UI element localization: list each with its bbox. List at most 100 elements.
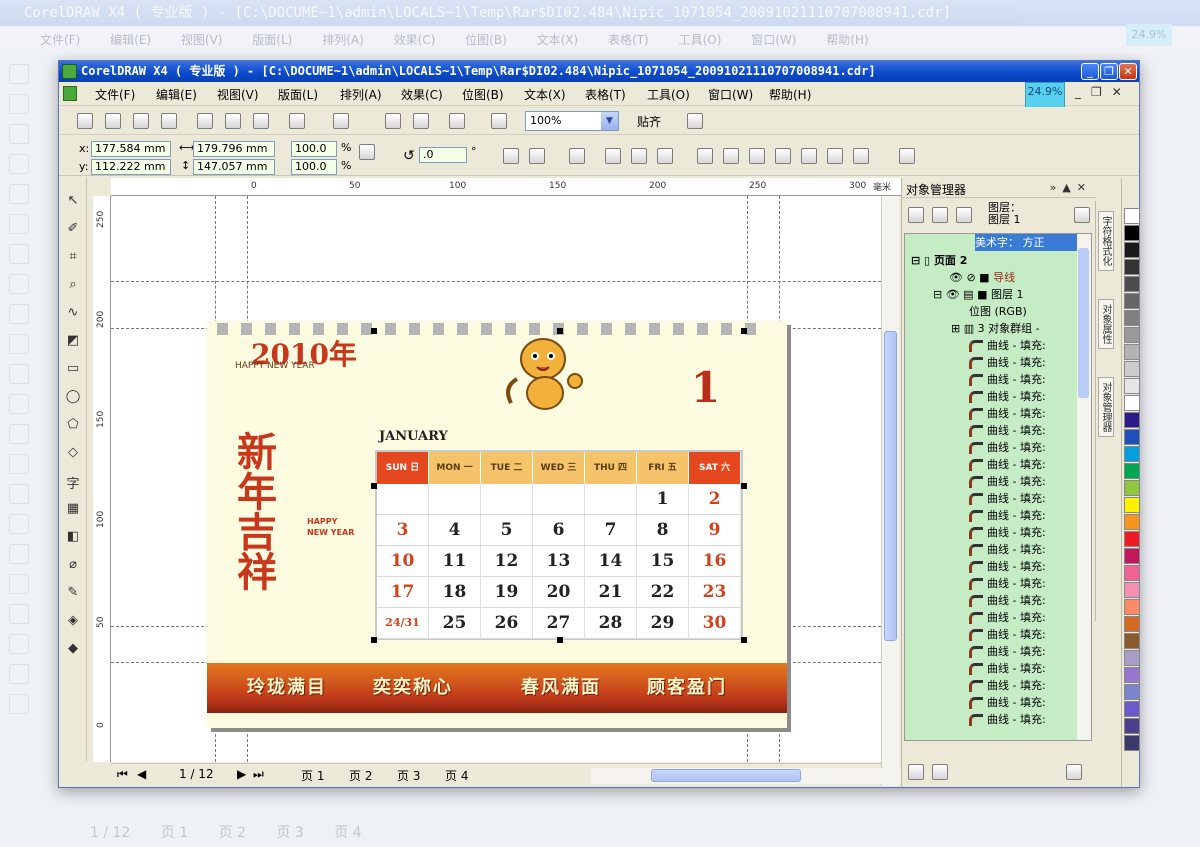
curve-item[interactable]: 曲线 - 填充: [969, 609, 1091, 626]
menu-bitmaps[interactable]: 位图(B) [462, 86, 504, 103]
back-minus-front-icon[interactable] [827, 148, 843, 164]
print-icon[interactable] [161, 113, 177, 129]
eyedropper-icon[interactable]: ⌀ [64, 557, 82, 575]
outline-pen-icon[interactable]: ✎ [64, 585, 82, 603]
group-item[interactable]: ⊞ ▥ 3 对象群组 - [951, 320, 1091, 337]
menu-file[interactable]: 文件(F) [95, 86, 135, 103]
scrollbar-thumb[interactable] [651, 769, 801, 782]
selection-handle[interactable] [371, 328, 377, 334]
ellipse-tool-icon[interactable]: ◯ [64, 389, 82, 407]
height-field[interactable]: 147.057 mm [193, 159, 275, 175]
curve-item[interactable]: 曲线 - 填充: [969, 626, 1091, 643]
undo-icon[interactable] [289, 113, 305, 129]
maximize-button[interactable]: ❐ [1100, 63, 1118, 80]
color-swatch[interactable] [1124, 497, 1140, 513]
curve-item[interactable]: 曲线 - 填充: [969, 524, 1091, 541]
object-tree[interactable]: 美术字： 方正 ⊟ ▯ 页面 2 👁 ⊘ ■ 导线 ⊟ 👁 ▤ ■ 图层 1 位… [904, 233, 1092, 741]
boundary-icon[interactable] [853, 148, 869, 164]
color-swatch[interactable] [1124, 684, 1140, 700]
fill-tool-icon[interactable]: ◈ [64, 613, 82, 631]
curve-item[interactable]: 曲线 - 填充: [969, 439, 1091, 456]
curve-item[interactable]: 曲线 - 填充: [969, 677, 1091, 694]
canvas-horizontal-scrollbar[interactable] [591, 768, 931, 784]
vertical-ruler[interactable]: 250 200 150 100 50 0 [93, 196, 111, 762]
crop-tool-icon[interactable]: ⌗ [64, 249, 82, 267]
color-swatch[interactable] [1124, 378, 1140, 394]
save-icon[interactable] [133, 113, 149, 129]
prev-page-icon[interactable]: ◀ [137, 767, 146, 781]
color-swatch[interactable] [1124, 463, 1140, 479]
guides-layer[interactable]: 👁 ⊘ ■ 导线 [949, 269, 1091, 286]
color-swatch[interactable] [1124, 480, 1140, 496]
table-tool-icon[interactable]: ▦ [64, 501, 82, 519]
curve-item[interactable]: 曲线 - 填充: [969, 592, 1091, 609]
scrollbar-thumb[interactable] [1078, 248, 1089, 398]
layer-node[interactable]: ⊟ 👁 ▤ ■ 图层 1 [933, 286, 1091, 303]
menu-tools[interactable]: 工具(O) [647, 86, 690, 103]
curve-item[interactable]: 曲线 - 填充: [969, 337, 1091, 354]
color-swatch[interactable] [1124, 259, 1140, 275]
selection-handle[interactable] [557, 328, 563, 334]
menu-arrange[interactable]: 排列(A) [340, 86, 382, 103]
simplify-icon[interactable] [775, 148, 791, 164]
zoom-tool-icon[interactable]: ⌕ [64, 277, 82, 295]
front-minus-back-icon[interactable] [801, 148, 817, 164]
interactive-blend-icon[interactable]: ◧ [64, 529, 82, 547]
page-tab-4[interactable]: 页 4 [445, 767, 468, 784]
selection-handle[interactable] [741, 483, 747, 489]
art-text-item[interactable]: 美术字： 方正 [975, 234, 1085, 251]
tab-object-properties[interactable]: 对象属性 [1098, 299, 1114, 349]
page-node[interactable]: ⊟ ▯ 页面 2 [911, 252, 1083, 269]
application-launcher-icon[interactable] [449, 113, 465, 129]
new-layer-icon[interactable] [908, 764, 924, 780]
docker-controls[interactable]: »▲✕ [1050, 181, 1092, 194]
selection-handle[interactable] [741, 328, 747, 334]
minimize-button[interactable]: _ [1081, 63, 1099, 80]
trim-icon[interactable] [723, 148, 739, 164]
width-field[interactable]: 179.796 mm [193, 141, 275, 157]
scale-x-field[interactable]: 100.0 [291, 141, 337, 157]
curve-item[interactable]: 曲线 - 填充: [969, 660, 1091, 677]
curve-item[interactable]: 曲线 - 填充: [969, 473, 1091, 490]
redo-icon[interactable] [333, 113, 349, 129]
color-swatch[interactable] [1124, 225, 1140, 241]
curve-item[interactable]: 曲线 - 填充: [969, 643, 1091, 660]
next-page-icon[interactable]: ▶ [237, 767, 246, 781]
page-tab-2[interactable]: 页 2 [349, 767, 372, 784]
selection-handle[interactable] [371, 483, 377, 489]
new-master-layer-icon[interactable] [932, 764, 948, 780]
snap-to-button[interactable]: 贴齐 [637, 113, 661, 130]
menu-effects[interactable]: 效果(C) [401, 86, 443, 103]
color-swatch[interactable] [1124, 633, 1140, 649]
first-page-icon[interactable]: ⏮ [117, 767, 128, 782]
scale-y-field[interactable]: 100.0 [291, 159, 337, 175]
color-swatch[interactable] [1124, 718, 1140, 734]
shape-tool-icon[interactable]: ✐ [64, 221, 82, 239]
page-tab-3[interactable]: 页 3 [397, 767, 420, 784]
mirror-horizontal-icon[interactable] [503, 148, 519, 164]
trash-icon[interactable] [1066, 764, 1082, 780]
horizontal-ruler[interactable]: 0 50 100 150 200 250 300 [111, 178, 901, 196]
color-swatch[interactable] [1124, 242, 1140, 258]
color-swatch[interactable] [1124, 701, 1140, 717]
rectangle-tool-icon[interactable]: ▭ [64, 361, 82, 379]
chevron-down-icon[interactable]: ▼ [601, 112, 618, 130]
text-tool-icon[interactable]: 字 [64, 473, 82, 492]
layer-manager-icon[interactable] [956, 207, 972, 223]
y-position-field[interactable]: 112.222 mm [91, 159, 171, 175]
flyout-arrow-icon[interactable] [1074, 207, 1090, 223]
curve-item[interactable]: 曲线 - 填充: [969, 711, 1091, 728]
curve-item[interactable]: 曲线 - 填充: [969, 507, 1091, 524]
color-swatch[interactable] [1124, 548, 1140, 564]
curve-item[interactable]: 曲线 - 填充: [969, 422, 1091, 439]
calendar-page[interactable]: 2010年 HAPPY NEW YEAR 1 新年吉祥 HAPPY NEW YE… [207, 321, 787, 728]
polygon-tool-icon[interactable]: ⬠ [64, 417, 82, 435]
curve-item[interactable]: 曲线 - 填充: [969, 490, 1091, 507]
selection-handle[interactable] [371, 637, 377, 643]
color-swatch[interactable] [1124, 735, 1140, 751]
tab-object-manager[interactable]: 对象管理器 [1098, 377, 1114, 437]
intersect-icon[interactable] [749, 148, 765, 164]
weld-icon[interactable] [697, 148, 713, 164]
color-swatch[interactable] [1124, 565, 1140, 581]
curve-item[interactable]: 曲线 - 填充: [969, 541, 1091, 558]
